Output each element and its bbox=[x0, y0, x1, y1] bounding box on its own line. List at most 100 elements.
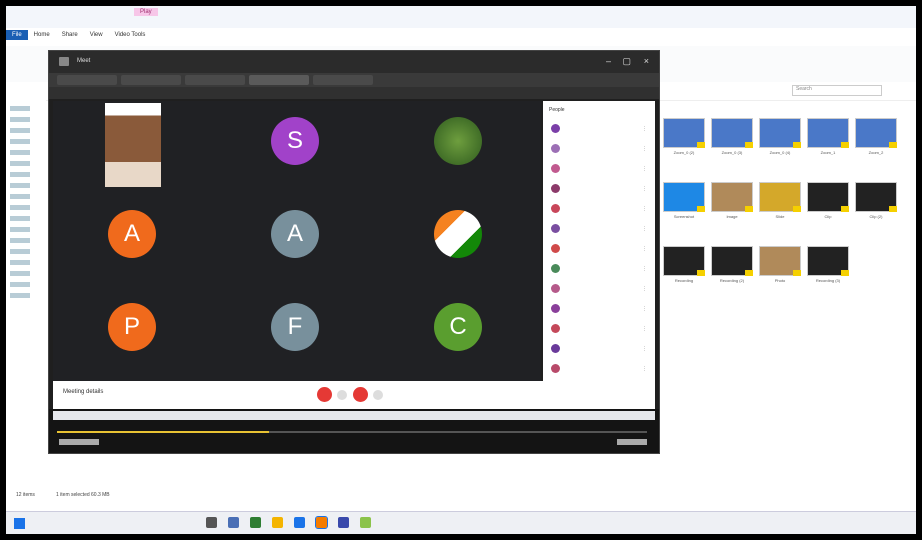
participant-list-item[interactable]: ⋮ bbox=[543, 159, 655, 179]
player-options[interactable] bbox=[617, 439, 647, 445]
meeting-title: Meet bbox=[77, 58, 91, 64]
participant-tile[interactable]: S bbox=[216, 101, 376, 191]
participant-list-item[interactable]: ⋮ bbox=[543, 299, 655, 319]
file-thumbnail[interactable]: Image bbox=[710, 182, 754, 228]
participant-list-item[interactable]: ⋮ bbox=[543, 319, 655, 339]
participant-list-item[interactable]: ⋮ bbox=[543, 259, 655, 279]
meeting-details-button[interactable]: Meeting details bbox=[63, 389, 103, 395]
ribbon-tab-video-tools[interactable]: Video Tools bbox=[115, 32, 146, 38]
more-options-icon[interactable]: ⋮ bbox=[642, 286, 647, 292]
participant-list-item[interactable]: ⋮ bbox=[543, 179, 655, 199]
more-options-icon[interactable]: ⋮ bbox=[642, 366, 647, 372]
thumbnail-caption: Clip (2) bbox=[869, 214, 883, 219]
thumbnail-caption: Zoom_0 (2) bbox=[673, 150, 695, 155]
participant-tile[interactable]: F bbox=[216, 287, 376, 377]
thumbnail-caption: Recording bbox=[674, 278, 694, 283]
edge-icon[interactable] bbox=[250, 517, 261, 528]
seek-bar[interactable] bbox=[57, 431, 647, 433]
ribbon-tab-view[interactable]: View bbox=[90, 32, 103, 38]
file-thumbnail[interactable]: Recording (2) bbox=[710, 246, 754, 292]
camera-off-button[interactable] bbox=[353, 387, 368, 402]
more-options-icon[interactable]: ⋮ bbox=[642, 346, 647, 352]
file-thumbnail[interactable]: Recording (3) bbox=[806, 246, 850, 292]
thumbnail-caption: Recording (2) bbox=[719, 278, 745, 283]
more-options-icon[interactable]: ⋮ bbox=[642, 246, 647, 252]
participant-tile[interactable]: C bbox=[379, 287, 539, 377]
participant-avatar: F bbox=[271, 303, 319, 351]
mic-off-button[interactable] bbox=[317, 387, 332, 402]
participant-list-item[interactable]: ⋮ bbox=[543, 199, 655, 219]
participant-list-item[interactable]: ⋮ bbox=[543, 279, 655, 299]
file-thumbnail[interactable]: Screenshot bbox=[662, 182, 706, 228]
browser-tab[interactable] bbox=[185, 75, 245, 85]
more-options-icon[interactable]: ⋮ bbox=[642, 266, 647, 272]
thumbnail-caption: Clip bbox=[824, 214, 832, 219]
participant-tile[interactable] bbox=[53, 101, 213, 191]
app-icon[interactable] bbox=[360, 517, 371, 528]
thumbnail-image bbox=[855, 118, 897, 148]
file-thumbnail[interactable]: Clip (2) bbox=[854, 182, 898, 228]
participant-tile[interactable]: A bbox=[53, 194, 213, 284]
more-options-icon[interactable]: ⋮ bbox=[642, 206, 647, 212]
file-thumbnail[interactable]: Zoom_0 (3) bbox=[710, 118, 754, 164]
participant-tile[interactable]: A bbox=[216, 194, 376, 284]
navigation-pane bbox=[6, 100, 46, 490]
participant-tile[interactable] bbox=[379, 194, 539, 284]
search-input[interactable]: Search bbox=[792, 85, 882, 96]
file-thumbnail[interactable]: Clip bbox=[806, 182, 850, 228]
file-thumbnail[interactable]: Zoom_0 (2) bbox=[662, 118, 706, 164]
browser-tab[interactable] bbox=[249, 75, 309, 85]
playback-controls[interactable] bbox=[59, 439, 99, 445]
participant-list-item[interactable]: ⋮ bbox=[543, 139, 655, 159]
more-options-icon[interactable]: ⋮ bbox=[642, 326, 647, 332]
url-bar[interactable] bbox=[49, 87, 659, 99]
participant-list-item[interactable]: ⋮ bbox=[543, 219, 655, 239]
present-button[interactable] bbox=[373, 390, 383, 400]
browser-tab[interactable] bbox=[121, 75, 181, 85]
file-thumbnail[interactable]: Zoom_2 bbox=[854, 118, 898, 164]
participant-avatar bbox=[434, 210, 482, 258]
ribbon-tab-file[interactable]: File bbox=[6, 30, 28, 40]
ribbon-tab-home[interactable]: Home bbox=[34, 32, 50, 38]
thumbnail-image bbox=[759, 182, 801, 212]
ribbon-tab-play[interactable]: Play bbox=[134, 8, 158, 16]
file-thumbnail[interactable]: Slide bbox=[758, 182, 802, 228]
maximize-icon[interactable]: ▢ bbox=[622, 56, 631, 67]
app-icon[interactable] bbox=[294, 517, 305, 528]
app-icon[interactable] bbox=[338, 517, 349, 528]
participant-tile[interactable]: P bbox=[53, 287, 213, 377]
more-options-icon[interactable]: ⋮ bbox=[642, 146, 647, 152]
more-options-icon[interactable]: ⋮ bbox=[642, 226, 647, 232]
participant-list-item[interactable]: ⋮ bbox=[543, 119, 655, 139]
more-options-icon[interactable]: ⋮ bbox=[642, 126, 647, 132]
windows-start-icon[interactable] bbox=[14, 518, 25, 529]
participant-video bbox=[105, 103, 161, 187]
folder-icon[interactable] bbox=[272, 517, 283, 528]
participant-list-item[interactable]: ⋮ bbox=[543, 239, 655, 259]
explorer-ribbon-tabs: File Home Share View Video Tools Play bbox=[6, 8, 916, 46]
file-thumbnail[interactable]: Zoom_0 (4) bbox=[758, 118, 802, 164]
more-options-icon[interactable]: ⋮ bbox=[642, 166, 647, 172]
file-thumbnail[interactable]: Photo bbox=[758, 246, 802, 292]
people-panel: People ⋮⋮⋮⋮⋮⋮⋮⋮⋮⋮⋮⋮⋮⋮⋮ bbox=[543, 101, 655, 413]
more-button[interactable] bbox=[337, 390, 347, 400]
file-thumbnail[interactable]: Zoom_1 bbox=[806, 118, 850, 164]
browser-tab[interactable] bbox=[313, 75, 373, 85]
app-icon[interactable] bbox=[315, 516, 328, 529]
more-options-icon[interactable]: ⋮ bbox=[642, 306, 647, 312]
minimize-icon[interactable]: – bbox=[606, 56, 611, 66]
ribbon-tab-share[interactable]: Share bbox=[62, 32, 78, 38]
avatar bbox=[551, 144, 560, 153]
participant-list-item[interactable]: ⋮ bbox=[543, 339, 655, 359]
browser-tab[interactable] bbox=[57, 75, 117, 85]
taskview-icon[interactable] bbox=[206, 517, 217, 528]
app-icon[interactable] bbox=[228, 517, 239, 528]
more-options-icon[interactable]: ⋮ bbox=[642, 186, 647, 192]
thumbnail-caption: Screenshot bbox=[673, 214, 695, 219]
thumbnail-image bbox=[807, 118, 849, 148]
close-icon[interactable]: × bbox=[644, 56, 649, 66]
participant-list-item[interactable]: ⋮ bbox=[543, 359, 655, 379]
file-thumbnail[interactable]: Recording bbox=[662, 246, 706, 292]
participant-tile[interactable] bbox=[379, 101, 539, 191]
thumbnail-image bbox=[759, 118, 801, 148]
